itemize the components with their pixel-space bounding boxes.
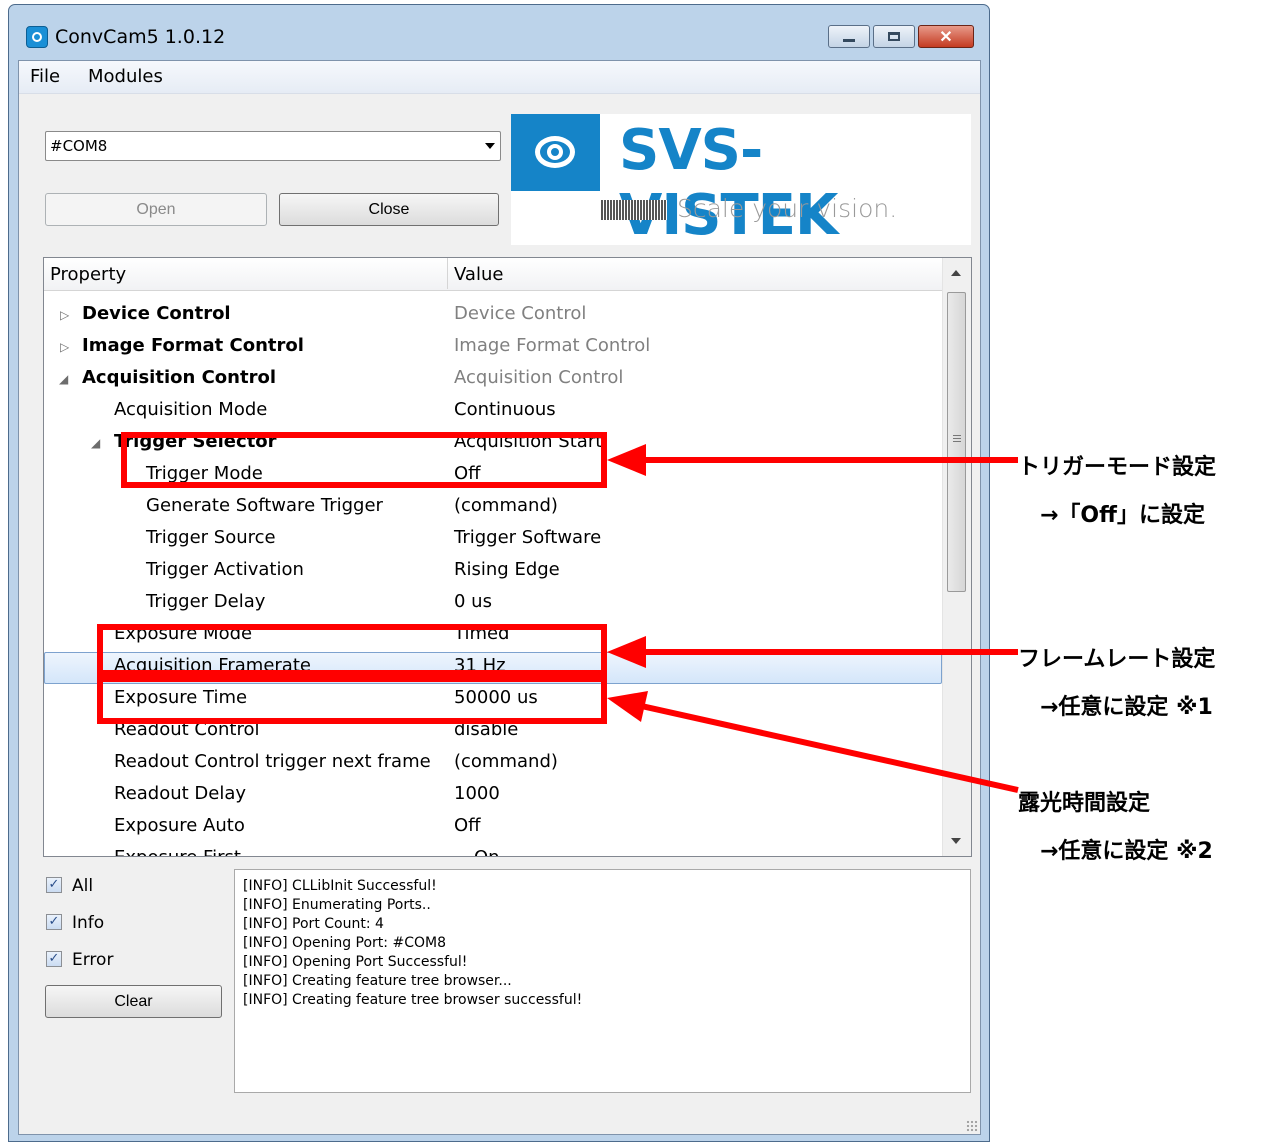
framerate-arrowhead-icon xyxy=(607,636,646,668)
trigger-annotation-title: トリガーモード設定 xyxy=(1018,455,1217,480)
exposure-arrowhead-icon xyxy=(607,691,648,722)
trigger-annotation-note: →「Off」に設定 xyxy=(1040,503,1205,528)
framerate-annotation-note: →任意に設定 ※1 xyxy=(1040,695,1213,720)
exposure-arrow xyxy=(627,700,1019,793)
trigger-arrowhead-icon xyxy=(607,444,646,476)
framerate-annotation-title: フレームレート設定 xyxy=(1018,647,1216,672)
annotation-arrows xyxy=(607,444,1019,793)
exposure-annotation-title: 露光時間設定 xyxy=(1018,791,1151,816)
exposure-annotation-note: →任意に設定 ※2 xyxy=(1040,839,1213,864)
